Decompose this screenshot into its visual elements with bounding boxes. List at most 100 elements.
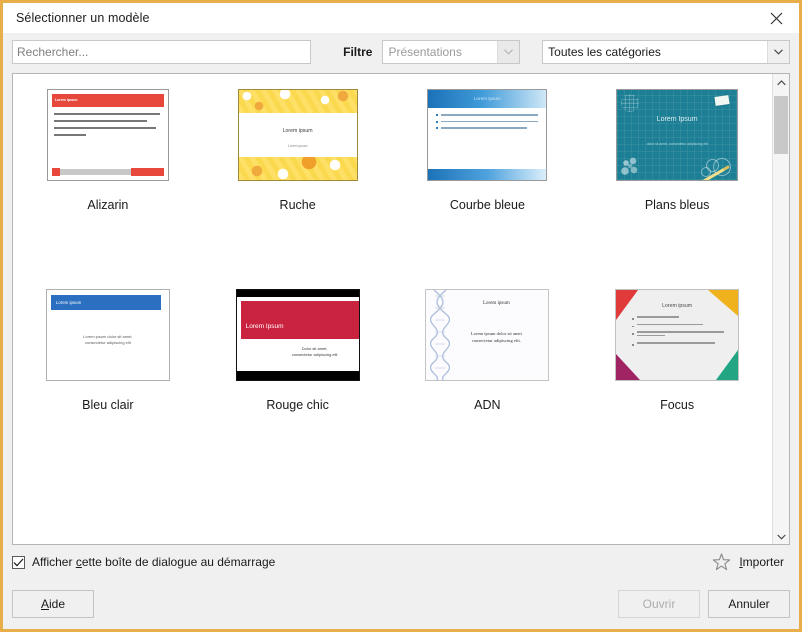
- thumb-footer-bar: [51, 168, 164, 176]
- template-row: Lorem ipsum Lorem ipsum dolor sit amet, …: [13, 288, 772, 488]
- thumb-title: Lorem Ipsum: [473, 96, 501, 101]
- dialog-titlebar: Sélectionner un modèle: [3, 3, 799, 33]
- thumb-body-line: Lorem ipsum dolor sit amet: [470, 331, 522, 336]
- dialog-footer: Afficher cette boîte de dialogue au déma…: [3, 545, 799, 629]
- corner-shape-teal: [716, 350, 739, 380]
- template-name-label: ADN: [474, 398, 501, 412]
- template-thumbnail-box: Lorem ipsum Lorem ipsum dolor sit amet c…: [425, 288, 550, 382]
- template-item-plans-bleus[interactable]: Lorem Ipsum dolor sit amet, consectetur …: [582, 88, 772, 288]
- thumb-title: Lorem ipsum: [282, 128, 313, 134]
- startup-checkbox-label: Afficher cette boîte de dialogue au déma…: [32, 555, 275, 569]
- template-thumbnail-ruche: Lorem ipsum Lorem ipsum: [237, 89, 358, 181]
- close-icon: [770, 12, 783, 25]
- scrollbar-thumb[interactable]: [774, 96, 788, 154]
- template-thumbnail-box: Lorem ipsum: [615, 288, 740, 382]
- thumb-body: Dolor sit amet, consectetur adipiscing e…: [277, 346, 353, 358]
- filter-type-dropdown[interactable]: Présentations: [382, 40, 521, 64]
- thumb-body-line: consectetur adipiscing elit: [84, 340, 131, 345]
- template-name-label: Focus: [660, 398, 695, 412]
- thumb-bullets: [436, 114, 539, 134]
- thumb-body: Lorem ipsum dolor sit amet consectetur a…: [450, 330, 542, 344]
- thumb-body-line: consectetur adipiscing elit.: [471, 338, 521, 343]
- import-label: Importer: [739, 555, 784, 569]
- template-thumbnail-box: Lorem Ipsum Dolor sit amet, consectetur …: [235, 288, 360, 382]
- vertical-scrollbar[interactable]: [772, 74, 789, 544]
- honeycomb-top: [238, 90, 357, 113]
- thumb-bottom-bar: [236, 371, 359, 380]
- filter-type-value: Présentations: [388, 45, 462, 59]
- template-thumbnail-rouge-chic: Lorem Ipsum Dolor sit amet, consectetur …: [235, 289, 360, 381]
- import-label-post: mporter: [742, 555, 784, 569]
- template-grid: Lorem ipsum Alizarin Lorem ipsum Lorem i…: [13, 74, 772, 544]
- footer-buttons-row: Aide Ouvrir Annuler: [12, 579, 790, 629]
- template-name-label: Bleu clair: [82, 398, 134, 412]
- thumb-header-bar: Lorem ipsum: [51, 94, 164, 107]
- cancel-button[interactable]: Annuler: [708, 590, 790, 618]
- scroll-down-button[interactable]: [773, 528, 789, 544]
- globe-icon: [621, 94, 640, 112]
- template-thumbnail-alizarin: Lorem ipsum: [46, 89, 169, 181]
- template-item-courbe-bleue[interactable]: Lorem Ipsum Courbe bleue: [393, 88, 583, 288]
- startup-checkbox-row[interactable]: Afficher cette boîte de dialogue au déma…: [12, 555, 275, 569]
- chevron-down-icon: [497, 41, 520, 63]
- template-item-rouge-chic[interactable]: Lorem Ipsum Dolor sit amet, consectetur …: [203, 288, 393, 488]
- category-value: Toutes les catégories: [548, 45, 661, 59]
- template-item-adn[interactable]: Lorem ipsum Lorem ipsum dolor sit amet c…: [393, 288, 583, 488]
- category-dropdown[interactable]: Toutes les catégories: [542, 40, 790, 64]
- check-icon: [13, 558, 24, 567]
- template-grid-panel: Lorem ipsum Alizarin Lorem ipsum Lorem i…: [12, 73, 790, 545]
- honeycomb-bottom: [238, 157, 357, 180]
- star-icon: [712, 553, 731, 571]
- help-label-accel: A: [40, 597, 49, 611]
- thumb-footer-bar: [428, 169, 547, 180]
- template-row: Lorem ipsum Alizarin Lorem ipsum Lorem i…: [13, 88, 772, 288]
- select-template-dialog: Sélectionner un modèle Filtre Présentati…: [0, 0, 802, 632]
- startup-checkbox[interactable]: [12, 555, 25, 569]
- thumb-title: Lorem ipsum: [482, 301, 510, 306]
- filter-label: Filtre: [343, 45, 373, 59]
- chevron-down-icon: [776, 529, 786, 543]
- template-name-label: Plans bleus: [644, 198, 710, 212]
- template-thumbnail-adn: Lorem ipsum Lorem ipsum dolor sit amet c…: [425, 289, 550, 381]
- open-button[interactable]: Ouvrir: [618, 590, 700, 618]
- thumb-subtitle: Lorem ipsum: [287, 144, 308, 148]
- search-input[interactable]: [12, 40, 312, 64]
- thumb-bullets: [632, 316, 725, 350]
- help-button[interactable]: Aide: [12, 590, 94, 618]
- template-name-label: Alizarin: [87, 198, 129, 212]
- template-item-bleu-clair[interactable]: Lorem ipsum Lorem ipsum dolor sit amet, …: [13, 288, 203, 488]
- template-name-label: Rouge chic: [266, 398, 329, 412]
- thumb-subtitle: dolor sit amet, consectetur adipiscing e…: [646, 142, 708, 146]
- chevron-down-icon: [767, 41, 789, 63]
- import-button[interactable]: Importer: [712, 553, 784, 571]
- template-thumbnail-box: Lorem ipsum: [46, 88, 170, 182]
- thumb-body: Lorem ipsum dolor sit amet, consectetur …: [47, 334, 169, 346]
- chevron-up-icon: [776, 75, 786, 89]
- help-label-post: ide: [49, 597, 66, 611]
- dna-helix-icon: [430, 290, 451, 380]
- template-thumbnail-focus: Lorem ipsum: [615, 289, 740, 381]
- filter-toolbar: Filtre Présentations Toutes les catégori…: [3, 33, 799, 71]
- thumb-body-line: consectetur adipiscing elit: [291, 352, 338, 357]
- template-item-focus[interactable]: Lorem ipsum Focus: [582, 288, 772, 488]
- thumb-title: Lorem Ipsum: [245, 323, 284, 330]
- close-button[interactable]: [753, 3, 799, 33]
- template-thumbnail-box: Lorem Ipsum dolor sit amet, consectetur …: [615, 88, 739, 182]
- template-thumbnail-bleu-clair: Lorem ipsum Lorem ipsum dolor sit amet, …: [45, 289, 170, 381]
- dialog-title: Sélectionner un modèle: [16, 11, 150, 25]
- thumb-header-bar: Lorem Ipsum: [428, 90, 547, 108]
- template-item-alizarin[interactable]: Lorem ipsum Alizarin: [13, 88, 203, 288]
- template-thumbnail-plans-bleus: Lorem Ipsum dolor sit amet, consectetur …: [616, 89, 739, 181]
- template-thumbnail-courbe-bleue: Lorem Ipsum: [427, 89, 548, 181]
- startup-label-post: ette boîte de dialogue au démarrage: [81, 555, 276, 569]
- corner-shape-magenta: [616, 354, 641, 380]
- template-item-ruche[interactable]: Lorem ipsum Lorem ipsum Ruche: [203, 88, 393, 288]
- scroll-up-button[interactable]: [773, 74, 789, 90]
- thumb-title-block: Lorem Ipsum: [240, 301, 359, 339]
- startup-label-pre: Afficher: [32, 555, 76, 569]
- primary-buttons-group: Ouvrir Annuler: [618, 590, 790, 618]
- scrollbar-track[interactable]: [773, 90, 789, 528]
- thumb-title: Lorem ipsum: [54, 98, 78, 102]
- template-thumbnail-box: Lorem ipsum Lorem ipsum: [236, 88, 360, 182]
- thumb-title: Lorem Ipsum: [656, 116, 698, 123]
